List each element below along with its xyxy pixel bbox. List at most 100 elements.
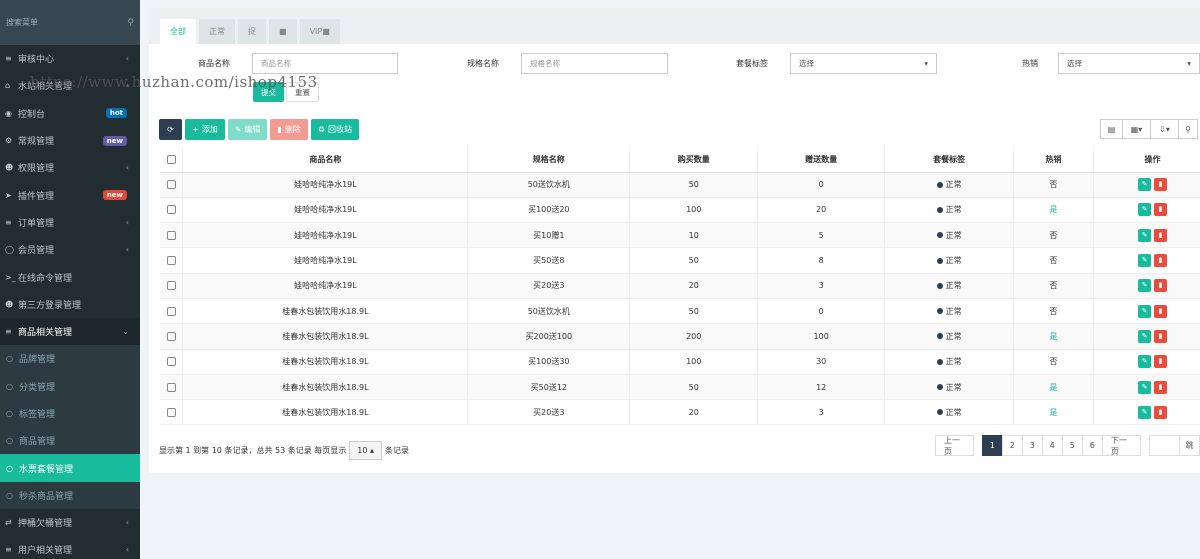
row-select-cell[interactable] <box>160 247 184 274</box>
row-edit-button[interactable]: ✎ <box>1138 405 1151 419</box>
tab-2[interactable]: 捉 <box>238 19 266 44</box>
row-checkbox[interactable] <box>166 382 176 392</box>
page-2-button[interactable]: 2 <box>1001 435 1023 456</box>
select-all-cell[interactable] <box>160 147 184 173</box>
sidebar-item[interactable]: ○ 商品管理 <box>0 427 140 455</box>
col-package-tag[interactable]: 套餐标签 <box>884 147 1015 173</box>
sidebar-search[interactable]: 搜索菜单 ⚲ <box>0 0 140 45</box>
row-delete-button[interactable]: ▮ <box>1154 254 1167 268</box>
columns-button[interactable]: ▦▾ <box>1122 119 1151 139</box>
row-checkbox[interactable] <box>166 180 176 190</box>
sidebar-item[interactable]: ○ 标签管理 <box>0 399 140 428</box>
search-icon[interactable]: ⚲ <box>127 18 134 28</box>
row-select-cell[interactable] <box>160 399 184 426</box>
row-checkbox[interactable] <box>166 230 176 240</box>
list-icon: ≡ <box>5 327 12 337</box>
row-select-cell[interactable] <box>160 298 184 325</box>
row-edit-button[interactable]: ✎ <box>1138 228 1151 242</box>
row-edit-button[interactable]: ✎ <box>1138 279 1151 293</box>
col-product-name[interactable]: 商品名称 <box>182 147 469 173</box>
tab-vip[interactable]: VIP■ <box>299 19 340 44</box>
hot-filter-select[interactable]: 选择 ▾ <box>1058 53 1200 74</box>
add-button[interactable]: + 添加 <box>185 119 225 140</box>
row-select-cell[interactable] <box>160 222 184 249</box>
row-checkbox[interactable] <box>166 407 176 417</box>
toggle-view-button[interactable]: ▤ <box>1100 119 1123 139</box>
page-6-button[interactable]: 6 <box>1081 435 1103 456</box>
sidebar-item[interactable]: ≡ 商品相关管理 ⌄ <box>0 317 140 346</box>
row-delete-button[interactable]: ▮ <box>1154 178 1167 192</box>
row-delete-button[interactable]: ▮ <box>1154 355 1167 369</box>
tab-all[interactable]: 全部 <box>160 19 196 44</box>
cell-gift-qty: 5 <box>757 222 886 249</box>
export-button[interactable]: ⇩▾ <box>1150 119 1179 139</box>
row-edit-button[interactable]: ✎ <box>1138 304 1151 318</box>
sidebar-item[interactable]: ◉ 控制台 hot <box>0 100 140 127</box>
sidebar-item[interactable]: ⇄ 押桶欠桶管理 ‹ <box>0 509 140 536</box>
page-3-button[interactable]: 3 <box>1021 435 1043 456</box>
page-1-button[interactable]: 1 <box>981 435 1003 456</box>
row-checkbox[interactable] <box>166 331 176 341</box>
page-4-button[interactable]: 4 <box>1041 435 1063 456</box>
row-edit-button[interactable]: ✎ <box>1138 329 1151 343</box>
sidebar-item[interactable]: >_ 在线命令管理 <box>0 263 140 290</box>
row-delete-button[interactable]: ▮ <box>1154 279 1167 293</box>
name-filter-input[interactable]: 商品名称 <box>252 53 398 74</box>
goto-page-button[interactable]: 跳 <box>1179 435 1200 456</box>
select-all-checkbox[interactable] <box>166 154 176 164</box>
sidebar-item[interactable]: ○ 秒杀商品管理 <box>0 481 140 510</box>
sidebar-item[interactable]: ○ 水票套餐管理 <box>0 454 140 482</box>
row-delete-button[interactable]: ▮ <box>1154 203 1167 217</box>
col-buy-qty[interactable]: 购买数量 <box>629 147 759 173</box>
row-edit-button[interactable]: ✎ <box>1138 203 1151 217</box>
row-checkbox[interactable] <box>166 205 176 215</box>
row-delete-button[interactable]: ▮ <box>1154 329 1167 343</box>
spec-filter-input[interactable]: 规格名称 <box>521 53 668 74</box>
row-checkbox[interactable] <box>166 357 176 367</box>
col-gift-qty[interactable]: 赠送数量 <box>757 147 886 173</box>
sidebar-item[interactable]: ☻ 第三方登录管理 <box>0 291 140 318</box>
edit-button[interactable]: ✎ 编辑 <box>227 119 268 140</box>
sidebar-search-input[interactable]: 搜索菜单 <box>6 17 38 28</box>
row-delete-button[interactable]: ▮ <box>1154 228 1167 242</box>
delete-button[interactable]: ▮ 删除 <box>270 119 308 140</box>
row-checkbox[interactable] <box>166 256 176 266</box>
row-select-cell[interactable] <box>160 323 184 350</box>
tab-normal[interactable]: 正常 <box>199 19 235 44</box>
refresh-button[interactable]: ⟳ <box>159 119 182 140</box>
sidebar-item[interactable]: ☻ 权限管理 ‹ <box>0 154 140 181</box>
sidebar-item[interactable]: ○ 品牌管理 <box>0 345 140 373</box>
row-checkbox[interactable] <box>166 281 176 291</box>
search-toggle-button[interactable]: ⚲ <box>1178 119 1198 139</box>
sidebar-item[interactable]: ⚙ 常规管理 new <box>0 127 140 154</box>
sidebar-item[interactable]: ○ 分类管理 <box>0 372 140 400</box>
tab-3[interactable]: ■ <box>269 19 297 44</box>
goto-page-input[interactable] <box>1148 435 1181 456</box>
row-edit-button[interactable]: ✎ <box>1138 380 1151 394</box>
row-edit-button[interactable]: ✎ <box>1138 355 1151 369</box>
prev-page-button[interactable]: 上一页 <box>935 435 974 456</box>
tag-filter-select[interactable]: 选择 ▾ <box>790 53 937 74</box>
row-select-cell[interactable] <box>160 273 184 299</box>
sidebar-item[interactable]: ≡ 审核中心 ‹ <box>0 45 140 72</box>
row-edit-button[interactable]: ✎ <box>1138 178 1151 192</box>
row-select-cell[interactable] <box>160 197 184 224</box>
page-5-button[interactable]: 5 <box>1061 435 1083 456</box>
sidebar-item[interactable]: ≡ 订单管理 ‹ <box>0 209 140 236</box>
row-select-cell[interactable] <box>160 374 184 401</box>
sidebar-item[interactable]: ≡ 用户相关管理 ‹ <box>0 536 140 559</box>
sidebar-item[interactable]: ◯ 会员管理 ‹ <box>0 236 140 263</box>
col-hot[interactable]: 热销 <box>1013 147 1095 173</box>
row-delete-button[interactable]: ▮ <box>1154 405 1167 419</box>
sidebar-item[interactable]: ➤ 插件管理 new <box>0 181 140 208</box>
row-edit-button[interactable]: ✎ <box>1138 254 1151 268</box>
row-delete-button[interactable]: ▮ <box>1154 380 1167 394</box>
recycle-button[interactable]: ♻ 回收站 <box>310 119 359 140</box>
col-spec-name[interactable]: 规格名称 <box>467 147 631 173</box>
page-size-select[interactable]: 10 ▴ <box>349 441 382 460</box>
row-delete-button[interactable]: ▮ <box>1154 304 1167 318</box>
next-page-button[interactable]: 下一页 <box>1101 435 1141 456</box>
row-select-cell[interactable] <box>160 349 184 375</box>
row-select-cell[interactable] <box>160 172 184 198</box>
row-checkbox[interactable] <box>166 306 176 316</box>
